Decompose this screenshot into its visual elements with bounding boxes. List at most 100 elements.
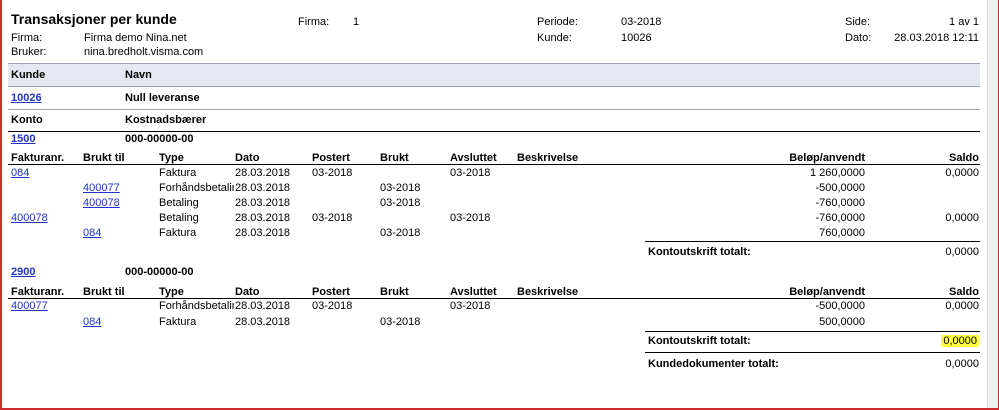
belop-cell: 760,0000 <box>819 227 865 239</box>
col-avsluttet: Avsluttet <box>450 152 497 164</box>
col-dato: Dato <box>235 286 260 298</box>
dato-cell: 28.03.2018 <box>235 316 291 328</box>
avsluttet-cell: 03-2018 <box>450 212 491 224</box>
belop-cell: -760,0000 <box>815 212 865 224</box>
col-brukt: Brukt <box>380 152 409 164</box>
col-avsluttet: Avsluttet <box>450 286 497 298</box>
bruker-label: Bruker: <box>11 46 47 58</box>
dato-label: Dato: <box>845 32 872 44</box>
dato-cell: 28.03.2018 <box>235 167 291 179</box>
col-postert: Postert <box>312 152 350 164</box>
navn-column-header: Navn <box>125 69 152 81</box>
firma-value: Firma demo Nina.net <box>84 32 187 44</box>
account-total-label: Kontoutskrift totalt: <box>648 246 751 258</box>
postert-cell: 03-2018 <box>312 212 353 224</box>
col-saldo: Saldo <box>949 152 979 164</box>
dato-cell: 28.03.2018 <box>235 227 291 239</box>
firma-label: Firma: <box>11 32 43 44</box>
avsluttet-cell: 03-2018 <box>450 300 491 312</box>
saldo-cell: 0,0000 <box>945 212 979 224</box>
brukt-til-link[interactable]: 400078 <box>83 197 120 209</box>
grand-total-divider <box>645 352 980 353</box>
postert-cell: 03-2018 <box>312 300 353 312</box>
divider <box>8 164 980 165</box>
col-dato: Dato <box>235 152 260 164</box>
periode-value: 03-2018 <box>621 16 662 28</box>
divider <box>8 298 980 299</box>
col-fakturanr: Fakturanr. <box>11 286 65 298</box>
account-link[interactable]: 1500 <box>11 133 35 145</box>
periode-label: Periode: <box>537 16 578 28</box>
brukt-til-link[interactable]: 084 <box>83 227 101 239</box>
col-fakturanr: Fakturanr. <box>11 152 65 164</box>
type-cell: Forhåndsbetaling <box>159 300 234 312</box>
postert-cell: 03-2018 <box>312 167 353 179</box>
type-cell: Betaling <box>159 212 199 224</box>
belop-cell: -500,0000 <box>815 182 865 194</box>
type-cell: Betaling <box>159 197 199 209</box>
vertical-scrollbar[interactable] <box>987 0 998 408</box>
subtotal-divider <box>645 331 980 332</box>
brukt-cell: 03-2018 <box>380 316 421 328</box>
kunde-label: Kunde: <box>537 32 572 44</box>
brukt-cell: 03-2018 <box>380 182 421 194</box>
bruker-value: nina.bredholt.visma.com <box>84 46 204 58</box>
dato-cell: 28.03.2018 <box>235 212 291 224</box>
kunde-value: 10026 <box>621 32 652 44</box>
window-border-left <box>0 0 2 410</box>
brukt-til-link[interactable]: 084 <box>83 316 101 328</box>
konto-header: Konto <box>11 114 43 126</box>
kostnad-header: Kostnadsbærer <box>125 114 207 126</box>
col-type: Type <box>159 152 184 164</box>
col-beskrivelse: Beskrivelse <box>517 152 579 164</box>
type-cell: Faktura <box>159 227 197 239</box>
col-postert: Postert <box>312 286 350 298</box>
saldo-cell: 0,0000 <box>945 300 979 312</box>
kunde-column-header: Kunde <box>11 69 46 81</box>
belop-cell: -500,0000 <box>815 300 865 312</box>
brukt-til-link[interactable]: 400077 <box>83 182 120 194</box>
col-type: Type <box>159 286 184 298</box>
subtotal-divider <box>645 241 980 242</box>
col-brukt-til: Brukt til <box>83 286 125 298</box>
col-brukt: Brukt <box>380 286 409 298</box>
account-total-value-highlighted: 0,0000 <box>900 335 979 347</box>
brukt-cell: 03-2018 <box>380 227 421 239</box>
dato-value: 28.03.2018 12:11 <box>894 32 979 44</box>
dato-cell: 28.03.2018 <box>235 197 291 209</box>
col-saldo: Saldo <box>949 286 979 298</box>
type-cell: Forhåndsbetaling <box>159 182 234 194</box>
account-total-label: Kontoutskrift totalt: <box>648 335 751 347</box>
brukt-cell: 03-2018 <box>380 197 421 209</box>
cost-carrier: 000-00000-00 <box>125 133 194 145</box>
belop-cell: 500,0000 <box>819 316 865 328</box>
grand-total-value: 0,0000 <box>945 358 979 370</box>
col-beskrivelse: Beskrivelse <box>517 286 579 298</box>
type-cell: Faktura <box>159 316 197 328</box>
dato-cell: 28.03.2018 <box>235 182 291 194</box>
saldo-cell: 0,0000 <box>945 167 979 179</box>
col-belop: Beløp/anvendt <box>789 152 865 164</box>
dato-cell: 28.03.2018 <box>235 300 291 312</box>
fakturanr-link[interactable]: 400077 <box>11 300 48 312</box>
belop-cell: 1 260,0000 <box>809 167 865 179</box>
side-label: Side: <box>845 16 871 28</box>
avsluttet-cell: 03-2018 <box>450 167 491 179</box>
highlighted-total: 0,0000 <box>941 335 979 347</box>
cost-carrier: 000-00000-00 <box>125 266 194 278</box>
fakturanr-link[interactable]: 084 <box>11 167 29 179</box>
fakturanr-link[interactable]: 400078 <box>11 212 48 224</box>
type-cell: Faktura <box>159 167 197 179</box>
customer-name: Null leveranse <box>125 92 200 104</box>
customer-header-band <box>8 63 980 87</box>
firma-no-value: 1 <box>353 16 360 28</box>
col-brukt-til: Brukt til <box>83 152 125 164</box>
divider <box>8 131 980 132</box>
account-total-value: 0,0000 <box>945 246 979 258</box>
customer-number-link[interactable]: 10026 <box>11 92 42 104</box>
account-link[interactable]: 2900 <box>11 266 35 278</box>
grand-total-label: Kundedokumenter totalt: <box>648 358 779 370</box>
report-title: Transaksjoner per kunde <box>11 11 177 27</box>
side-value: 1 av 1 <box>949 16 979 28</box>
col-belop: Beløp/anvendt <box>789 286 865 298</box>
